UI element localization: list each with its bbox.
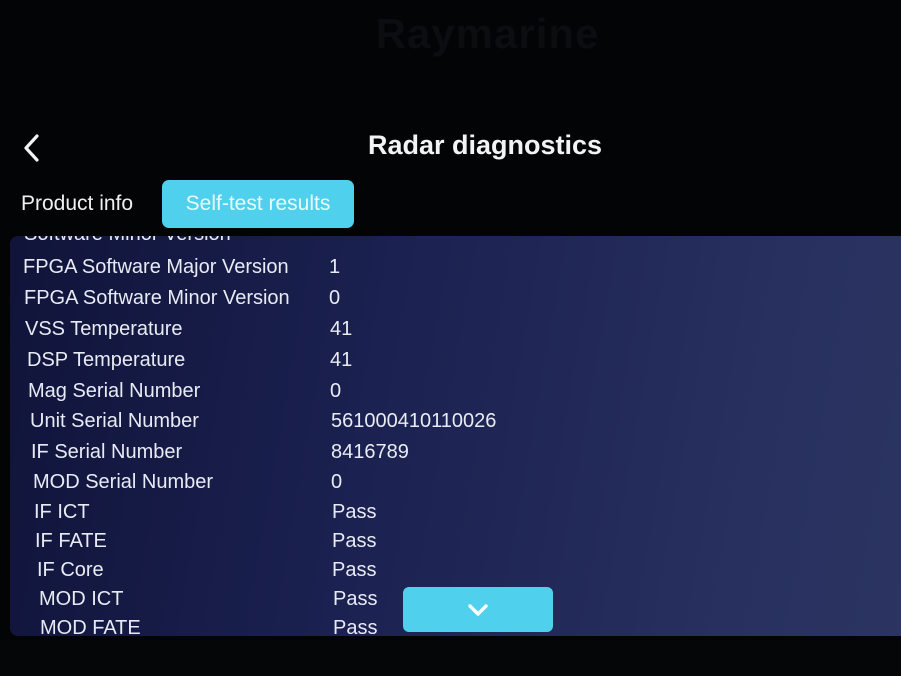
list-row: Mag Serial Number 0 — [10, 376, 870, 406]
row-label: MOD FATE — [40, 617, 141, 636]
row-label: FPGA Software Major Version — [23, 256, 289, 278]
bottom-bezel — [0, 640, 901, 676]
row-value: 561000410110026 — [331, 410, 497, 432]
list-row: VSS Temperature 41 — [10, 314, 870, 344]
row-value: Pass — [332, 559, 377, 581]
row-value: 8416789 — [331, 441, 409, 463]
row-value: 41 — [330, 349, 353, 371]
list-row: FPGA Software Major Version 1 — [10, 252, 870, 282]
list-row: FPGA Software Minor Version 0 — [10, 283, 870, 313]
row-value: Pass — [332, 501, 377, 523]
list-row: IF ICT Pass — [10, 497, 870, 527]
row-value: 0 — [330, 380, 342, 402]
page-title: Radar diagnostics — [367, 130, 603, 160]
chevron-left-icon — [24, 134, 39, 162]
row-label: Unit Serial Number — [30, 410, 199, 432]
list-row: IF FATE Pass — [10, 526, 870, 556]
list-row: IF Core Pass — [10, 555, 870, 585]
scroll-down-button[interactable] — [403, 587, 553, 632]
brand-logo: Raymarine — [375, 10, 600, 57]
row-label: Mag Serial Number — [28, 380, 201, 402]
list-row: IF Serial Number 8416789 — [10, 437, 870, 467]
tab-self-test-results[interactable]: Self-test results — [162, 180, 354, 228]
row-label: IF Serial Number — [31, 441, 183, 463]
row-value: 0 — [329, 287, 341, 309]
radar-diagnostics-screen: Raymarine Radar diagnostics Product info… — [0, 0, 901, 676]
row-value: Pass — [333, 588, 378, 610]
tab-product-info[interactable]: Product info — [14, 180, 154, 228]
row-value: 41 — [330, 318, 353, 340]
row-label: IF Core — [37, 559, 104, 581]
row-value: - — [331, 236, 338, 249]
list-row: Software Minor Version - — [10, 236, 870, 249]
row-label: VSS Temperature — [25, 318, 183, 340]
list-row: DSP Temperature 41 — [10, 345, 870, 375]
row-value: 1 — [329, 256, 341, 278]
row-value: 0 — [331, 471, 343, 493]
row-label: IF ICT — [34, 501, 90, 523]
results-list-panel[interactable]: Software Minor Version - FPGA Software M… — [10, 236, 901, 636]
chevron-down-icon — [468, 603, 488, 616]
row-label: Software Minor Version — [24, 236, 231, 249]
list-row: Unit Serial Number 561000410110026 — [10, 406, 870, 436]
row-label: DSP Temperature — [27, 349, 186, 371]
row-label: MOD Serial Number — [33, 471, 214, 493]
row-label: IF FATE — [35, 530, 107, 552]
row-label: FPGA Software Minor Version — [24, 287, 290, 309]
back-button[interactable] — [14, 130, 50, 166]
row-label: MOD ICT — [39, 588, 124, 610]
row-value: Pass — [332, 530, 377, 552]
list-row: MOD Serial Number 0 — [10, 467, 870, 497]
row-value: Pass — [333, 617, 378, 636]
